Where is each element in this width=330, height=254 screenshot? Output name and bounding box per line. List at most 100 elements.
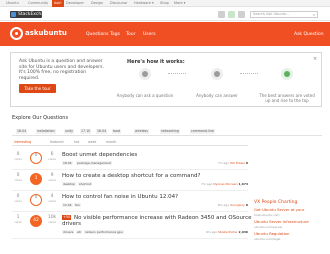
question-title[interactable]: Boost unmet dependencies	[62, 152, 137, 158]
question-tag[interactable]: 18.04	[62, 161, 73, 165]
tag[interactable]: installation	[36, 129, 56, 134]
topnav-item-ask[interactable]: Ask!	[52, 0, 64, 7]
tag[interactable]: command-line	[190, 129, 215, 134]
stackexchange-logo[interactable]: StackExchange ▾	[10, 11, 56, 18]
view-count: 6 views	[48, 152, 56, 161]
vote-count: 1 votes	[14, 215, 22, 224]
question-tag[interactable]: gpu	[116, 230, 124, 234]
welcome-hero: Ask Ubuntu is a question and answer site…	[10, 52, 322, 107]
filter-week[interactable]: week	[88, 140, 96, 145]
view-count: 9 views	[48, 173, 56, 182]
question-meta: 7m ago Dynnas Porcean 1,674	[201, 182, 248, 186]
question-tag[interactable]: ati	[76, 230, 82, 234]
take-tour-button[interactable]: Take the tour	[19, 84, 56, 93]
user-link[interactable]: Sonnyboy	[230, 203, 245, 207]
topnav-item-design[interactable]: Design	[91, 1, 103, 6]
question-row: 1 votes 42 10k views +50 No visible perfor…	[12, 213, 251, 239]
search-input[interactable]: Search Ask Ubuntu... ⌕	[250, 11, 318, 18]
user-link[interactable]: Dynnas Porcean	[213, 182, 237, 186]
nav-users[interactable]: Users	[143, 32, 156, 37]
sidebar-item[interactable]: Ubuntu Regulation ubuntu.com/legal	[254, 231, 316, 241]
question-tag[interactable]: package-management	[76, 161, 112, 165]
step-ask-text: Anybody can ask a question	[116, 93, 174, 98]
step-answer-text: Anybody can answer	[196, 93, 238, 98]
answer-count: 42	[30, 215, 42, 227]
hero-description: Ask Ubuntu is a question and answer site…	[19, 59, 104, 81]
vote-count: 0 votes	[14, 194, 22, 203]
topnav-item-hardware[interactable]: Hardware ▾	[134, 1, 154, 6]
view-count: 10k views	[47, 215, 57, 224]
filter-interesting[interactable]: interesting	[14, 140, 31, 145]
user-link[interactable]: Hill Prawo	[230, 161, 245, 165]
vote-count: 0 votes	[14, 152, 22, 161]
question-row: 0 votes 1 9 views How to create a desktop …	[12, 171, 248, 191]
topnav-item-more[interactable]: More ▾	[174, 1, 186, 6]
question-title-continued[interactable]: drivers	[62, 221, 81, 227]
step-ask: Anybody can ask a question	[115, 68, 175, 98]
answer-icon	[211, 68, 223, 80]
askubuntu-logo-icon[interactable]	[10, 27, 23, 40]
view-count: 4 views	[48, 194, 56, 203]
topnav-item-community[interactable]: Community	[28, 1, 48, 6]
tag[interactable]: networking	[160, 129, 180, 134]
user-link[interactable]: Stoste Porter	[218, 230, 237, 234]
close-icon[interactable]: ×	[313, 57, 317, 62]
question-tag[interactable]: shortcut	[78, 182, 93, 186]
sidebar-item-title[interactable]: Ubuntu Server Infrastructure	[254, 219, 316, 225]
search-icon[interactable]: ⌕	[313, 12, 315, 17]
question-meta: 8m ago Sonnyboy 8	[217, 203, 248, 207]
sidebar-item-sub: ubuntu.com/legal	[254, 236, 281, 241]
explore-title: Explore Our Questions	[12, 115, 69, 121]
popular-tags: 18.04 installation unity 17.10 16.04 boo…	[12, 128, 322, 136]
nav-tags[interactable]: Tags	[110, 32, 120, 37]
ask-question-icon	[139, 68, 151, 80]
topnav-item-developer[interactable]: Developer	[66, 1, 84, 6]
question-title[interactable]: No visible performance increase with Rad…	[74, 215, 251, 221]
tag[interactable]: boot	[112, 129, 122, 134]
topnav-item-discourse[interactable]: Discourse	[110, 1, 127, 6]
ask-question-button[interactable]: Ask Question	[294, 32, 324, 37]
step-arrow	[240, 73, 258, 74]
sidebar-item-sub: ubuntu.com/server	[254, 224, 283, 229]
tag[interactable]: wireless	[134, 129, 149, 134]
search-placeholder: Search Ask Ubuntu...	[253, 12, 290, 16]
top-navigation-bar: Ubuntu Community Ask! Developer Design D…	[0, 0, 330, 7]
help-icon[interactable]	[238, 11, 245, 18]
tag[interactable]: unity	[64, 129, 75, 134]
bounty-badge: +50	[62, 215, 72, 220]
question-tag[interactable]: 12.04	[62, 203, 73, 207]
vote-count: 0 votes	[14, 173, 22, 182]
tag[interactable]: 18.04	[16, 129, 28, 134]
stackexchange-bar: StackExchange ▾ Search Ask Ubuntu... ⌕	[0, 8, 330, 21]
site-title[interactable]: askubuntu	[25, 29, 67, 38]
sidebar-item[interactable]: Get Ubuntu Server at your host.ubuntu.co…	[254, 207, 316, 217]
question-title[interactable]: How to control fan noise in Ubuntu 12.04…	[62, 194, 178, 200]
question-tag[interactable]: performance	[96, 230, 118, 234]
filter-hot[interactable]: hot	[74, 140, 79, 145]
filter-featured[interactable]: featured	[50, 140, 64, 145]
question-tag[interactable]: radeon	[84, 230, 97, 234]
answer-count: 0	[30, 152, 42, 164]
topnav-item-ubuntu[interactable]: Ubuntu	[6, 1, 19, 6]
question-row: 0 votes 0 4 views How to control fan noise…	[12, 192, 248, 212]
question-tag[interactable]: desktop	[62, 182, 76, 186]
filter-month[interactable]: month	[106, 140, 116, 145]
step-arrow	[168, 73, 186, 74]
nav-tour[interactable]: Tour	[126, 32, 135, 37]
question-tag[interactable]: fan	[74, 203, 81, 207]
question-tag[interactable]: drivers	[62, 230, 75, 234]
site-header: askubuntu Questions Tags Tour Users Ask …	[0, 22, 330, 46]
nav-questions[interactable]: Questions	[86, 32, 108, 37]
achievements-icon[interactable]	[228, 11, 235, 18]
topnav-item-shop[interactable]: Shop	[160, 1, 169, 6]
sidebar-item[interactable]: Ubuntu Server Infrastructure ubuntu.com/…	[254, 219, 316, 229]
question-meta: 7m ago Hill Prawo 8	[217, 161, 248, 165]
sidebar-item-sub: host.ubuntu.com	[254, 212, 280, 217]
tag[interactable]: 16.04	[96, 129, 108, 134]
question-title[interactable]: How to create a desktop shortcut for a c…	[62, 173, 200, 179]
tag[interactable]: 17.10	[80, 129, 92, 134]
inbox-icon[interactable]	[218, 11, 225, 18]
question-meta: 9m ago Stoste Porter 2,936	[205, 230, 248, 234]
answer-count: 0	[30, 194, 42, 206]
sidebar-title: VX People Charting	[254, 200, 298, 205]
